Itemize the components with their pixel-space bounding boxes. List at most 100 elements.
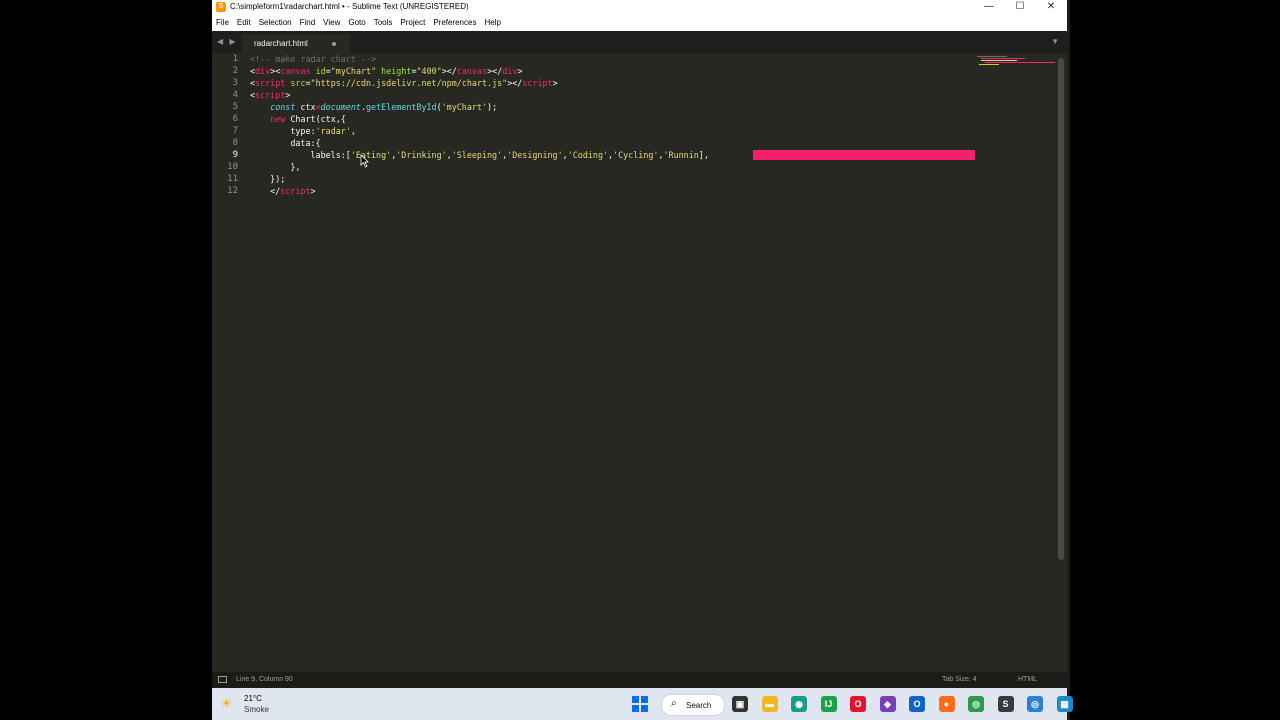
code-token: script <box>280 186 311 196</box>
vertical-scrollbar[interactable] <box>1058 58 1064 560</box>
code-token: height <box>381 66 412 76</box>
code-token: canvas <box>456 66 488 76</box>
code-line: new Chart(ctx,{ <box>250 113 709 125</box>
code-token: }, <box>250 162 301 172</box>
maximize-button[interactable]: ☐ <box>1005 0 1035 14</box>
line-number: 10 <box>227 162 238 172</box>
visual-studio-icon[interactable]: ◆ <box>879 696 896 712</box>
code-token: ></ <box>487 66 503 76</box>
menu-item-view[interactable]: View <box>319 18 344 27</box>
code-token: labels:[ <box>250 150 351 160</box>
code-token: > <box>310 186 316 196</box>
menu-item-tools[interactable]: Tools <box>370 18 397 27</box>
line-number: 7 <box>232 126 238 136</box>
code-token: data:{ <box>250 138 321 148</box>
menu-bar: File Edit Selection Find View Goto Tools Projec… <box>212 14 1067 32</box>
tab-dropdown-icon[interactable]: ▼ <box>1051 37 1059 46</box>
line-number: 8 <box>232 138 238 148</box>
unsaved-dot-icon[interactable] <box>332 42 336 46</box>
sublime-text-icon[interactable]: S <box>997 696 1014 712</box>
status-bar: Line 9, Column 90 Tab Size: 4 HTML <box>212 672 1067 688</box>
code-token: 'myChart' <box>441 102 488 112</box>
menu-item-edit[interactable]: Edit <box>233 18 255 27</box>
code-editor[interactable]: <!-- make radar chart --> <div><canvas id… <box>250 53 709 197</box>
tab-label: radarchart.html <box>254 39 308 48</box>
code-token: script <box>522 78 553 88</box>
line-number: 9 <box>232 150 238 160</box>
code-token: 'Sleeping' <box>451 150 503 160</box>
line-number: 5 <box>232 102 238 112</box>
code-line: type:'radar', <box>250 125 709 137</box>
code-token: </ <box>250 186 281 196</box>
task-view-icon[interactable]: ▣ <box>732 696 748 712</box>
code-token: document <box>320 102 361 112</box>
line-number: 12 <box>227 186 238 196</box>
tab-size[interactable]: Tab Size: 4 <box>942 676 977 683</box>
menu-item-file[interactable]: File <box>212 18 233 27</box>
menu-item-help[interactable]: Help <box>480 18 504 27</box>
code-token: 'Coding' <box>567 150 609 160</box>
code-line: </script> <box>250 185 709 197</box>
code-token: 'Runnin <box>663 150 699 160</box>
firefox-icon[interactable]: ● <box>938 696 955 712</box>
code-token: new <box>270 114 286 124</box>
code-token: src <box>290 78 306 88</box>
menu-item-selection[interactable]: Selection <box>255 18 296 27</box>
app-icon[interactable]: ▦ <box>1056 696 1073 712</box>
chrome-profile-icon[interactable]: ◎ <box>1027 696 1043 712</box>
edge-icon[interactable]: ◉ <box>791 696 807 712</box>
taskbar-search[interactable]: ⌕ Search <box>661 694 725 716</box>
minimize-button[interactable]: — <box>974 0 1004 14</box>
code-token: , <box>350 126 356 136</box>
code-token: div <box>502 66 518 76</box>
syntax-mode[interactable]: HTML <box>1018 676 1037 683</box>
code-token: > <box>285 90 291 100</box>
menu-item-preferences[interactable]: Preferences <box>429 18 480 27</box>
code-token: Chart(ctx,{ <box>285 114 346 124</box>
tab-nav-arrows-icon[interactable]: ◀ ▶ <box>217 37 238 46</box>
code-token: canvas <box>280 66 311 76</box>
selection-highlight <box>753 150 975 160</box>
line-number: 11 <box>227 174 238 184</box>
menu-item-find[interactable]: Find <box>296 18 320 27</box>
code-line: <!-- make radar chart --> <box>250 53 709 65</box>
line-number: 3 <box>232 78 238 88</box>
minimap[interactable] <box>977 55 1057 67</box>
close-button[interactable]: ✕ <box>1036 0 1066 14</box>
code-line: labels:['Eating','Drinking','Sleeping','… <box>250 149 709 161</box>
cursor-position[interactable]: Line 9, Column 90 <box>236 676 293 683</box>
code-token: getElementById <box>366 102 437 112</box>
chrome-icon[interactable]: ◎ <box>968 696 984 712</box>
search-icon: ⌕ <box>671 698 677 709</box>
code-token: > <box>552 78 558 88</box>
code-token: 'radar' <box>315 126 351 136</box>
menu-item-goto[interactable]: Goto <box>344 18 369 27</box>
start-button-icon[interactable] <box>632 696 648 712</box>
file-explorer-icon[interactable]: ▬ <box>761 696 778 712</box>
intellij-icon[interactable]: IJ <box>820 696 837 712</box>
weather-temperature: 21°C <box>244 694 262 703</box>
search-label: Search <box>686 701 712 710</box>
code-token: 'Drinking' <box>396 150 447 160</box>
sublime-text-window: S C:\simpleform1\radarchart.html • - Sub… <box>212 0 1067 720</box>
tab-bar: ◀ ▶ radarchart.html ▼ <box>212 31 1067 53</box>
code-token: const <box>270 102 296 112</box>
window-edge <box>1067 0 1070 720</box>
code-line: }); <box>250 173 709 185</box>
menu-item-project[interactable]: Project <box>396 18 429 27</box>
line-number: 1 <box>232 54 238 64</box>
title-bar: S C:\simpleform1\radarchart.html • - Sub… <box>212 0 1067 14</box>
code-token: >< <box>270 66 281 76</box>
code-token: ></ <box>507 78 523 88</box>
line-number: 2 <box>232 66 238 76</box>
code-token: 'Eating' <box>350 150 392 160</box>
opera-icon[interactable]: O <box>850 696 866 712</box>
taskbar: ☀ 21°C Smoke ⌕ Search ▣ ▬ ◉ IJ O ◆ O ● ◎ S ◎ ▦ <box>212 688 1073 720</box>
tab-radarchart[interactable]: radarchart.html <box>242 34 350 53</box>
line-number: 6 <box>232 114 238 124</box>
code-token: script <box>255 90 286 100</box>
weather-condition: Smoke <box>244 705 269 714</box>
outlook-icon[interactable]: O <box>909 696 925 712</box>
panel-toggle-icon[interactable] <box>218 676 227 683</box>
